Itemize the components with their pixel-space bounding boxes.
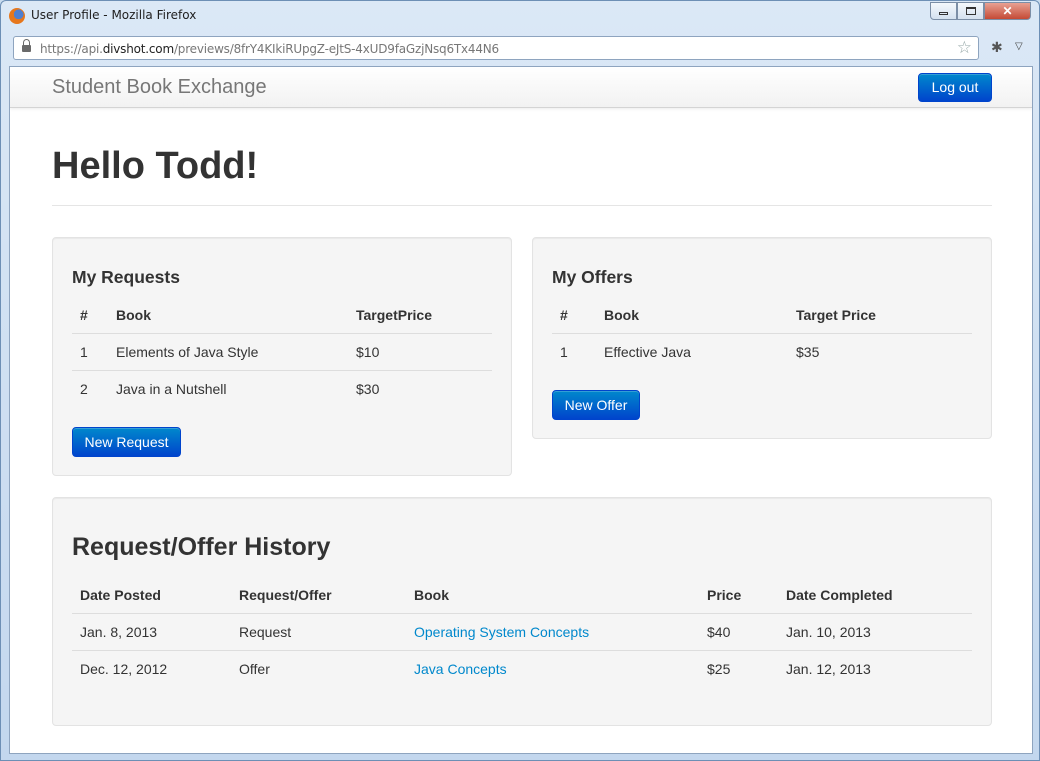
table-cell: $35 [788,332,972,370]
column-header: Book [116,306,151,323]
column-header: # [560,306,568,323]
dropdown-arrow-icon[interactable]: ▽ [1015,41,1023,52]
table-cell: Java in a Nutshell [108,369,348,407]
history-panel: Request/Offer History Date Posted Reques… [52,497,992,726]
logout-button[interactable]: Log out [918,73,992,102]
table-row: Dec. 12, 2012 Offer Java Concepts $25 Ja… [72,649,972,687]
page-title: Hello Todd! [52,145,259,187]
table-header-row: # Book TargetPrice [72,297,492,333]
offers-heading: My Offers [552,267,633,287]
table-cell: Java Concepts [406,649,699,687]
maximize-icon [965,7,976,15]
column-header: # [80,306,88,323]
url-domain: divshot.com [102,42,174,56]
book-link[interactable]: Operating System Concepts [414,624,589,640]
table-cell: $30 [348,369,492,407]
title-bar: User Profile - Mozilla Firefox ✕ [1,1,1039,31]
table-cell: $40 [699,612,778,650]
column-header: Price [707,586,742,603]
table-cell: Effective Java [596,332,788,370]
history-heading: Request/Offer History [72,533,331,561]
requests-panel: My Requests # Book TargetPrice 1 Element… [52,237,512,476]
url-text: https://api.divshot.com/previews/8frY4KI… [40,42,499,56]
column-header: Target Price [796,306,876,323]
minimize-icon [939,12,948,15]
browser-window: User Profile - Mozilla Firefox ✕ https:/… [0,0,1040,761]
table-cell: 1 [72,332,108,370]
column-header: Date Posted [80,586,161,603]
table-header-row: Date Posted Request/Offer Book Price Dat… [72,577,972,613]
url-prefix: https://api. [40,42,103,56]
firefox-logo-icon [9,8,25,24]
requests-heading: My Requests [72,267,180,287]
column-header: Book [414,586,449,603]
table-cell: Jan. 12, 2013 [778,649,972,687]
offers-table: # Book Target Price 1 Effective Java $35 [552,297,972,370]
bookmark-star-icon[interactable]: ☆ [957,39,972,57]
page-viewport: Student Book Exchange Log out Hello Todd… [9,66,1033,754]
lock-icon [22,39,31,53]
window-title: User Profile - Mozilla Firefox [31,8,197,22]
close-icon: ✕ [1002,4,1013,18]
column-header: Book [604,306,639,323]
table-cell: $25 [699,649,778,687]
requests-table: # Book TargetPrice 1 Elements of Java St… [72,297,492,407]
brand-title[interactable]: Student Book Exchange [52,76,267,99]
table-cell: Elements of Java Style [108,332,348,370]
window-controls: ✕ [930,2,1031,20]
table-cell: Operating System Concepts [406,612,699,650]
table-row: Jan. 8, 2013 Request Operating System Co… [72,612,972,650]
column-header: Date Completed [786,586,893,603]
table-cell: 1 [552,332,596,370]
title-divider [52,205,992,206]
table-header-row: # Book Target Price [552,297,972,333]
app-navbar: Student Book Exchange Log out [10,67,1032,108]
new-offer-button[interactable]: New Offer [552,390,640,420]
browser-toolbar: https://api.divshot.com/previews/8frY4KI… [9,34,1033,64]
history-table: Date Posted Request/Offer Book Price Dat… [72,577,972,687]
book-link[interactable]: Java Concepts [414,661,507,677]
table-row: 1 Effective Java $35 [552,332,972,370]
table-cell: $10 [348,332,492,370]
column-header: Request/Offer [239,586,332,603]
table-cell: Jan. 10, 2013 [778,612,972,650]
table-row: 1 Elements of Java Style $10 [72,332,492,370]
table-cell: 2 [72,369,108,407]
addon-icon[interactable]: ✱ [991,39,1003,56]
table-cell: Request [231,612,406,650]
new-request-button[interactable]: New Request [72,427,181,457]
address-bar[interactable]: https://api.divshot.com/previews/8frY4KI… [13,36,979,60]
url-path: /previews/8frY4KIkiRUpgZ-eJtS-4xUD9faGzj… [173,42,499,56]
close-button[interactable]: ✕ [984,2,1031,20]
minimize-button[interactable] [930,2,957,20]
table-cell: Dec. 12, 2012 [72,649,231,687]
maximize-button[interactable] [957,2,984,20]
offers-panel: My Offers # Book Target Price 1 Effectiv… [532,237,992,439]
table-cell: Jan. 8, 2013 [72,612,231,650]
column-header: TargetPrice [356,306,432,323]
table-cell: Offer [231,649,406,687]
table-row: 2 Java in a Nutshell $30 [72,369,492,407]
